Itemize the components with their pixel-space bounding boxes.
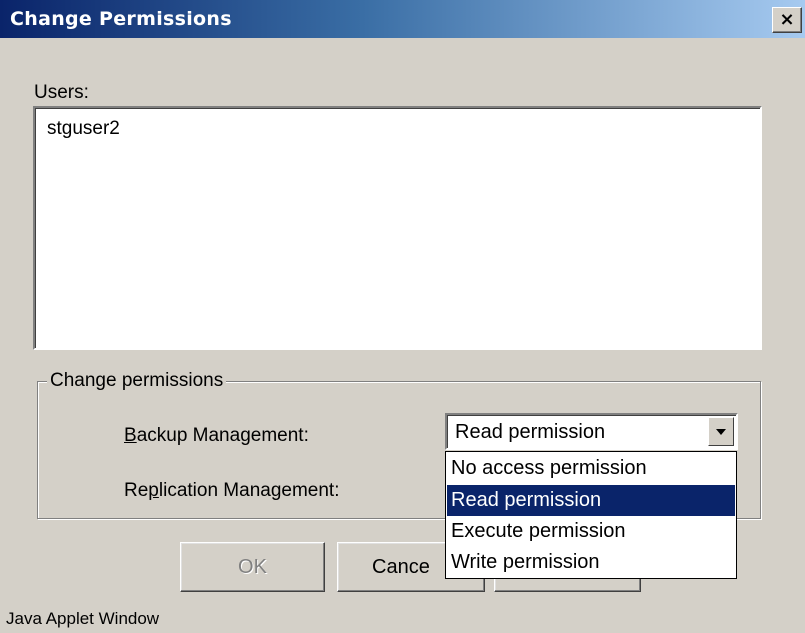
list-item[interactable]: stguser2 (47, 118, 120, 140)
dropdown-option-execute[interactable]: Execute permission (447, 516, 735, 547)
dropdown-option-no-access[interactable]: No access permission (447, 453, 735, 484)
backup-management-dropdown: No access permission Read permission Exe… (445, 451, 737, 579)
title-bar: Change Permissions × (0, 0, 805, 38)
users-list[interactable]: stguser2 (33, 106, 762, 350)
backup-management-label: Backup Management: (124, 425, 309, 446)
window-title: Change Permissions (10, 8, 232, 30)
backup-management-select[interactable]: Read permission (445, 413, 738, 450)
replication-management-label: Replication Management: (124, 480, 340, 501)
backup-management-value: Read permission (455, 421, 606, 443)
permissions-group-legend: Change permissions (47, 370, 227, 392)
users-label: Users: (34, 82, 89, 103)
ok-button[interactable]: OK (180, 542, 325, 592)
dropdown-option-read[interactable]: Read permission (447, 485, 735, 516)
close-icon: × (779, 9, 795, 30)
dropdown-option-write[interactable]: Write permission (447, 547, 735, 578)
applet-status-text: Java Applet Window (6, 609, 160, 628)
chevron-down-icon (716, 428, 726, 435)
close-button[interactable]: × (772, 7, 802, 33)
dropdown-button[interactable] (708, 417, 734, 446)
